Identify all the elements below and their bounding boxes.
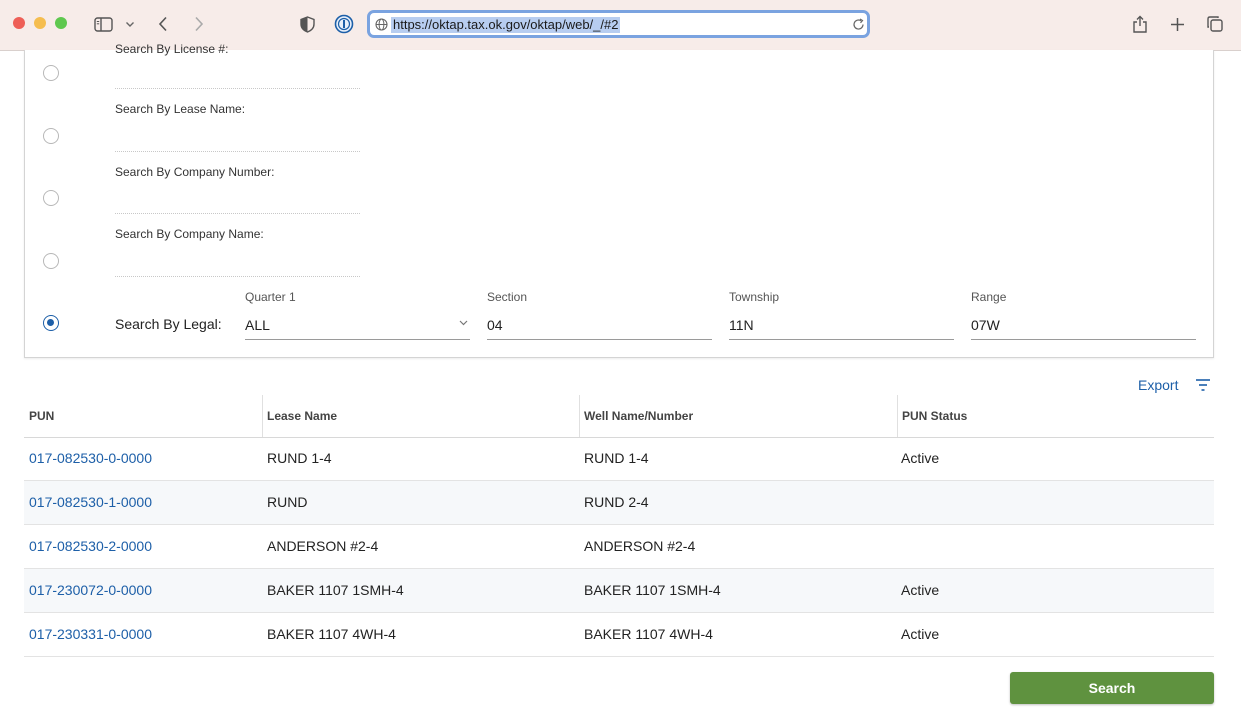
well-name-cell: BAKER 1107 4WH-4 <box>584 626 713 642</box>
privacy-shield-icon[interactable] <box>298 13 316 35</box>
pun-link[interactable]: 017-082530-2-0000 <box>29 538 152 554</box>
lease-name-cell: BAKER 1107 1SMH-4 <box>267 582 404 598</box>
table-row[interactable]: 017-082530-0-0000 RUND 1-4 RUND 1-4 Acti… <box>24 437 1214 481</box>
section-label: Section <box>487 290 528 304</box>
company-name-search-label: Search By Company Name: <box>115 227 264 241</box>
company-number-search-input[interactable] <box>115 213 360 214</box>
lease-name-cell: ANDERSON #2-4 <box>267 538 379 554</box>
quarter-label: Quarter 1 <box>245 290 296 304</box>
township-underline <box>729 339 954 340</box>
pun-status-column-header[interactable]: PUN Status <box>902 409 967 423</box>
share-icon[interactable] <box>1131 13 1149 35</box>
company-name-search-input[interactable] <box>115 276 360 277</box>
well-name-cell: ANDERSON #2-4 <box>584 538 696 554</box>
pun-column-header[interactable]: PUN <box>29 409 54 423</box>
forward-icon[interactable] <box>191 13 207 35</box>
license-search-label: Search By License #: <box>115 42 229 56</box>
zoom-window-button[interactable] <box>55 17 67 29</box>
lease-name-search-input[interactable] <box>115 151 360 152</box>
minimize-window-button[interactable] <box>34 17 46 29</box>
section-input[interactable]: 04 <box>487 317 503 333</box>
chevron-down-icon[interactable] <box>457 316 469 330</box>
column-separator[interactable] <box>262 395 263 437</box>
pun-status-cell: Active <box>901 450 940 466</box>
table-row[interactable]: 017-230072-0-0000 BAKER 1107 1SMH-4 BAKE… <box>24 569 1214 613</box>
url-bar[interactable]: https://oktap.tax.ok.gov/oktap/web/_/#2 <box>367 10 870 38</box>
table-row[interactable]: 017-230331-0-0000 BAKER 1107 4WH-4 BAKER… <box>24 613 1214 657</box>
lease-name-search-radio[interactable] <box>43 128 59 144</box>
license-search-input[interactable] <box>115 88 360 89</box>
lease-name-column-header[interactable]: Lease Name <box>267 409 337 423</box>
pun-link[interactable]: 017-230072-0-0000 <box>29 582 152 598</box>
license-search-radio[interactable] <box>43 65 59 81</box>
pun-link[interactable]: 017-082530-1-0000 <box>29 494 152 510</box>
range-underline <box>971 339 1196 340</box>
back-icon[interactable] <box>155 13 171 35</box>
township-input[interactable]: 11N <box>729 317 754 333</box>
chevron-down-icon[interactable] <box>124 13 136 35</box>
pun-link[interactable]: 017-230331-0-0000 <box>29 626 152 642</box>
search-button[interactable]: Search <box>1010 672 1214 704</box>
well-name-column-header[interactable]: Well Name/Number <box>584 409 693 423</box>
pun-status-cell: Active <box>901 626 940 642</box>
new-tab-icon[interactable] <box>1168 13 1186 35</box>
well-name-cell: BAKER 1107 1SMH-4 <box>584 582 721 598</box>
lease-name-search-label: Search By Lease Name: <box>115 102 246 116</box>
range-label: Range <box>971 290 1007 304</box>
search-criteria-panel: Search By License #: Search By Lease Nam… <box>24 42 1214 358</box>
sidebar-icon[interactable] <box>92 13 114 35</box>
reload-icon[interactable] <box>851 16 865 32</box>
lease-name-cell: BAKER 1107 4WH-4 <box>267 626 396 642</box>
well-name-cell: RUND 1-4 <box>584 450 649 466</box>
password-manager-icon[interactable] <box>334 13 354 35</box>
township-label: Township <box>729 290 780 304</box>
pun-status-cell: Active <box>901 582 940 598</box>
well-name-cell: RUND 2-4 <box>584 494 649 510</box>
table-row[interactable]: 017-082530-2-0000 ANDERSON #2-4 ANDERSON… <box>24 525 1214 569</box>
table-row[interactable]: 017-082530-1-0000 RUND RUND 2-4 <box>24 481 1214 525</box>
globe-icon <box>374 16 388 32</box>
export-link[interactable]: Export <box>1138 377 1178 393</box>
company-number-search-radio[interactable] <box>43 190 59 206</box>
company-number-search-label: Search By Company Number: <box>115 165 275 179</box>
lease-name-cell: RUND 1-4 <box>267 450 332 466</box>
section-underline <box>487 339 712 340</box>
column-separator[interactable] <box>579 395 580 437</box>
quarter-underline <box>245 339 470 340</box>
lease-name-cell: RUND <box>267 494 308 510</box>
quarter-select[interactable]: ALL <box>245 317 270 333</box>
close-window-button[interactable] <box>13 17 25 29</box>
legal-search-radio[interactable] <box>43 315 59 331</box>
company-name-search-radio[interactable] <box>43 253 59 269</box>
pun-link[interactable]: 017-082530-0-0000 <box>29 450 152 466</box>
legal-search-label: Search By Legal: <box>115 316 222 332</box>
column-separator[interactable] <box>897 395 898 437</box>
range-input[interactable]: 07W <box>971 317 1000 333</box>
results-table-header: PUN Lease Name Well Name/Number PUN Stat… <box>24 395 1214 438</box>
url-text[interactable]: https://oktap.tax.ok.gov/oktap/web/_/#2 <box>391 17 621 33</box>
tab-overview-icon[interactable] <box>1205 13 1225 35</box>
